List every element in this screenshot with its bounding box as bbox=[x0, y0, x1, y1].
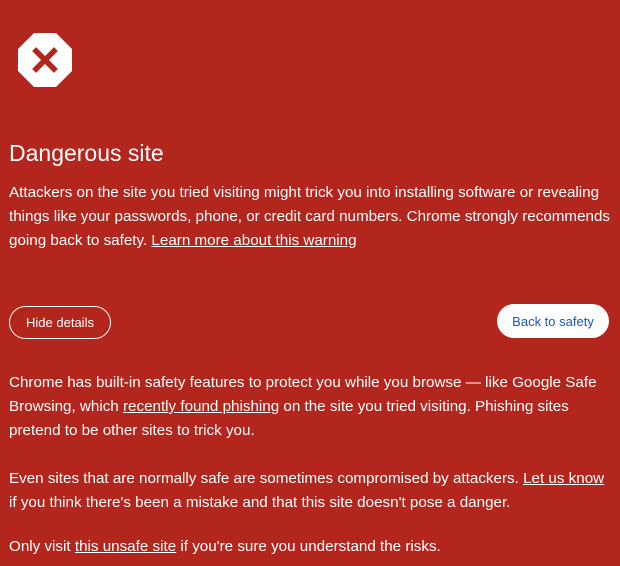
hide-details-button[interactable]: Hide details bbox=[9, 306, 111, 339]
details-p2-text-before: Even sites that are normally safe are so… bbox=[9, 470, 519, 487]
warning-intro: Attackers on the site you tried visiting… bbox=[9, 181, 613, 253]
recently-found-phishing-link[interactable]: recently found phishing bbox=[123, 398, 279, 415]
let-us-know-link[interactable]: Let us know bbox=[523, 470, 604, 487]
page-title: Dangerous site bbox=[9, 140, 164, 166]
details-visit-unsafe: Only visit this unsafe site if you're su… bbox=[9, 535, 613, 559]
details-safe-browsing: Chrome has built-in safety features to p… bbox=[9, 371, 613, 443]
unsafe-site-link[interactable]: this unsafe site bbox=[75, 538, 176, 555]
details-compromised: Even sites that are normally safe are so… bbox=[9, 467, 613, 515]
danger-octagon-icon bbox=[17, 32, 73, 88]
details-p3-text-after: if you're sure you understand the risks. bbox=[180, 538, 441, 555]
details-p3-text-before: Only visit bbox=[9, 538, 71, 555]
learn-more-link[interactable]: Learn more about this warning bbox=[151, 232, 356, 249]
details-p2-text-after: if you think there's been a mistake and … bbox=[9, 494, 511, 511]
back-to-safety-button[interactable]: Back to safety bbox=[497, 304, 609, 338]
